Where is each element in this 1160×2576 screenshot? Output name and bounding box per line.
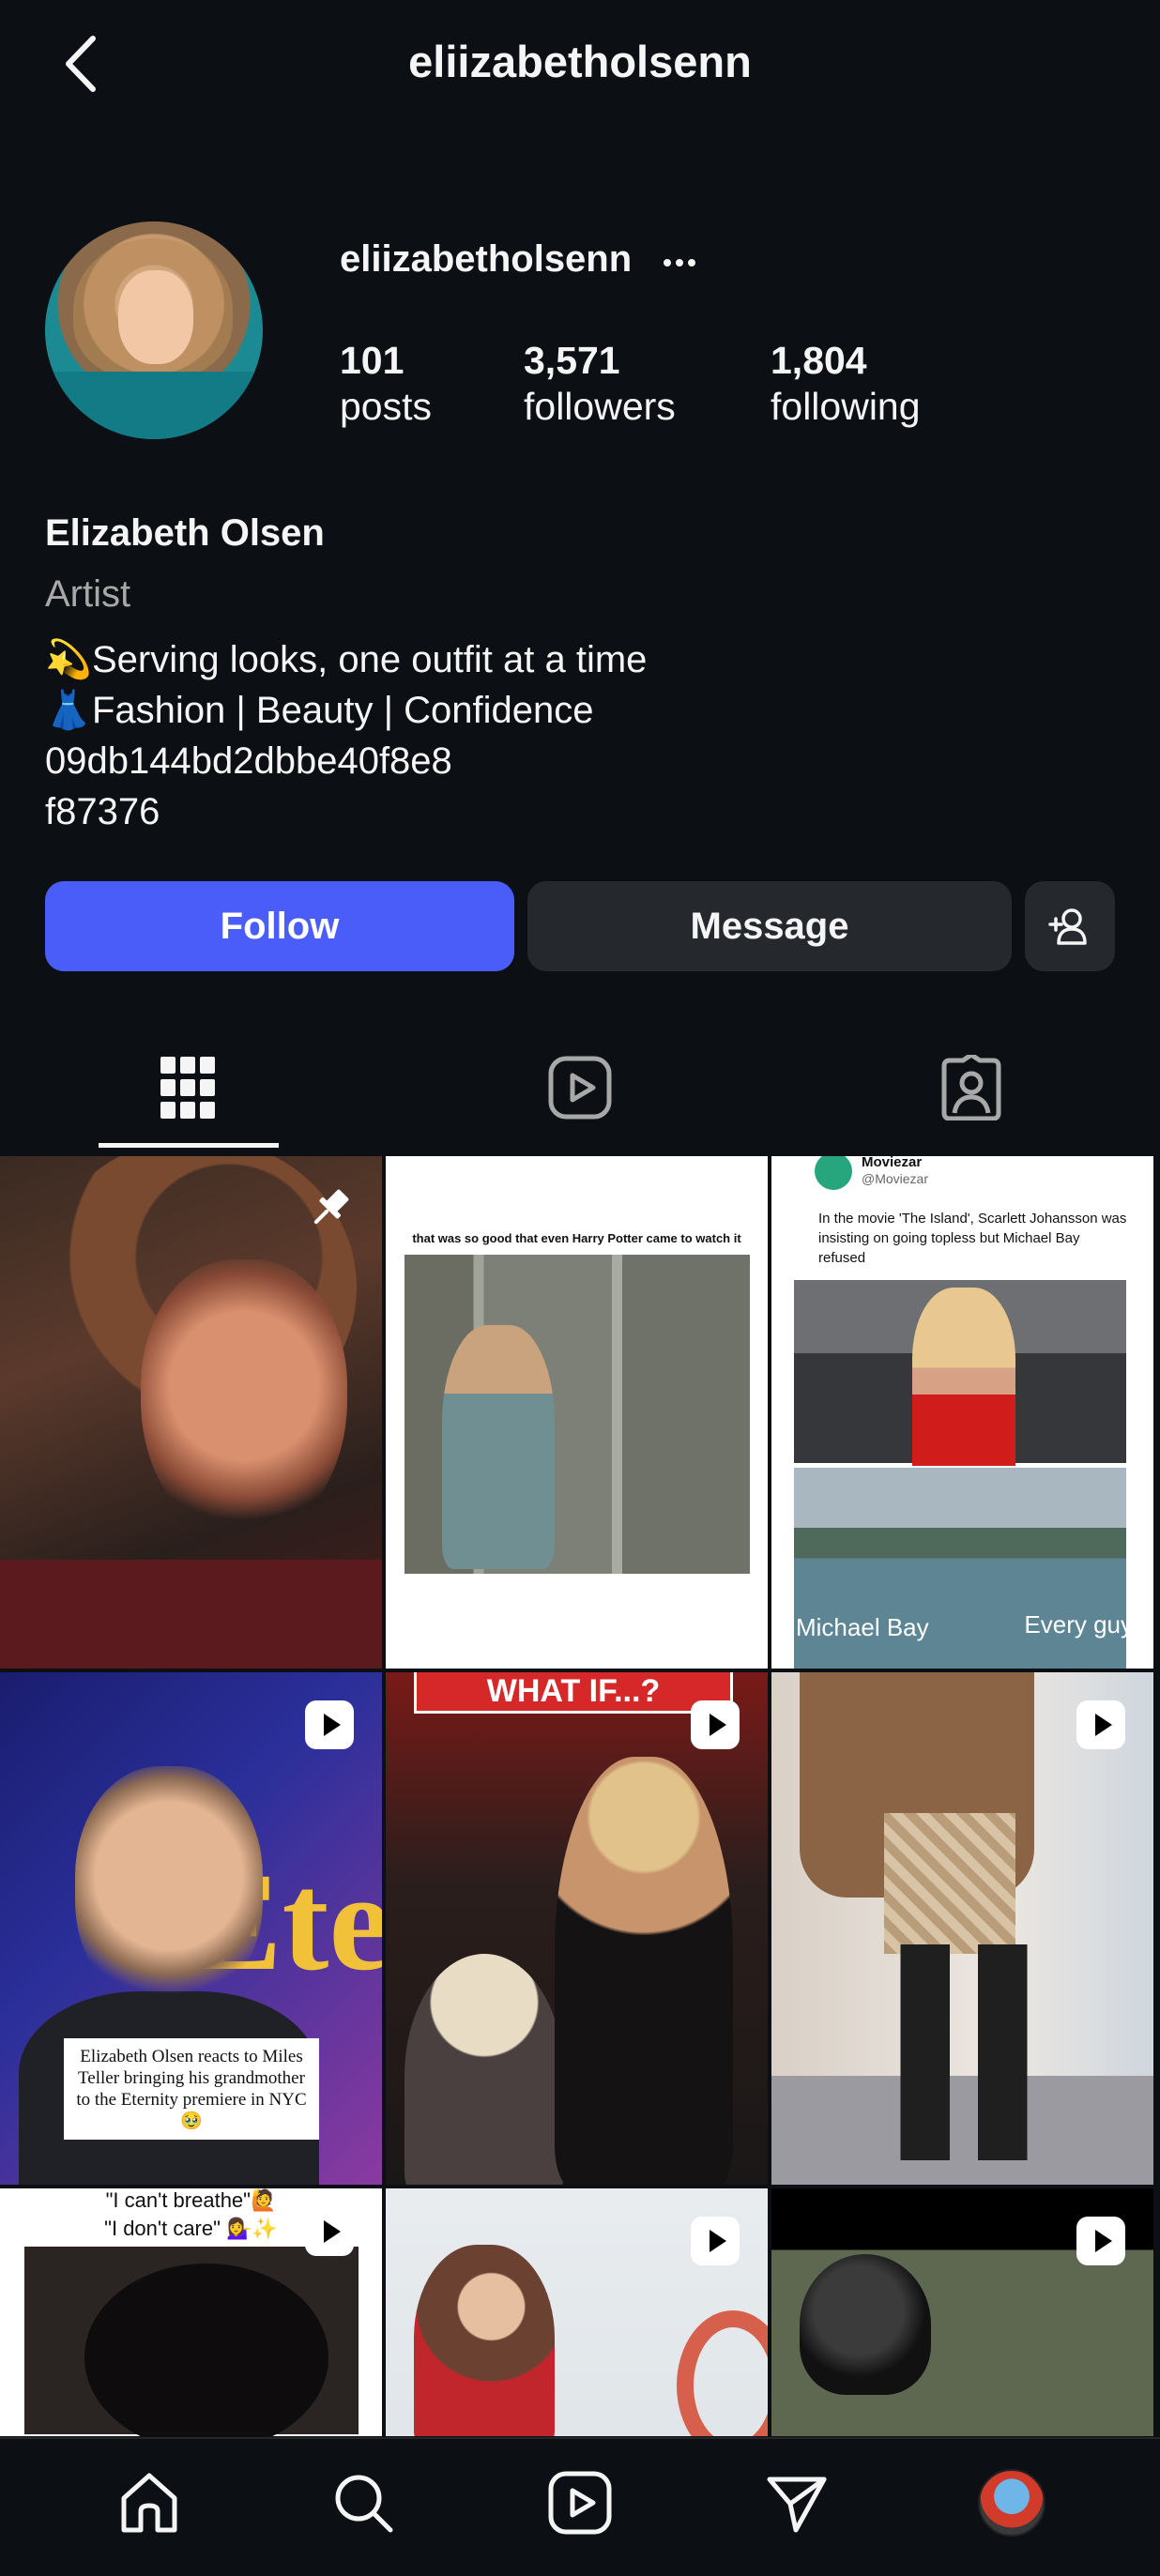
post-caption: Elizabeth Olsen reacts to Miles Teller b…	[64, 2038, 319, 2140]
direct-icon	[767, 2477, 827, 2533]
post-thumbnail-person	[442, 1325, 555, 1569]
reel-icon	[1076, 2217, 1125, 2265]
nav-search[interactable]	[326, 2465, 401, 2540]
bio-text: f87376	[45, 791, 160, 832]
stat-following[interactable]: 1,804 following	[771, 339, 921, 432]
stat-followers[interactable]: 3,571 followers	[524, 339, 676, 432]
stat-posts-value: 101	[340, 339, 404, 382]
profile-username: eliizabetholsenn	[340, 238, 633, 280]
reel-icon	[691, 1700, 740, 1749]
bio-line: 💫Serving looks, one outfit at a time	[45, 634, 647, 685]
top-bar: eliizabetholsenn	[0, 0, 1160, 127]
tagged-icon	[941, 1055, 1001, 1120]
profile-tabs	[0, 1027, 1160, 1153]
post-thumbnail-coat	[0, 1560, 382, 1669]
bio-text: Serving looks, one outfit at a time	[92, 639, 648, 680]
suggested-users-button[interactable]	[1025, 881, 1115, 971]
bio-line: 09db144bd2dbbe40f8e8	[45, 736, 647, 786]
tab-reels[interactable]	[491, 1027, 669, 1149]
post-caption: that was so good that even Harry Potter …	[412, 1231, 741, 1245]
post-thumbnail	[414, 2245, 555, 2436]
reels-icon	[548, 1056, 612, 1120]
tweet-text: In the movie 'The Island', Scarlett Joha…	[818, 1211, 1127, 1266]
post-thumbnail-face	[141, 1259, 347, 1541]
nav-profile[interactable]	[974, 2465, 1049, 2540]
bio-emoji: 👗	[45, 690, 92, 731]
nav-reels[interactable]	[542, 2465, 618, 2540]
post-thumbnail-face	[75, 1766, 263, 2010]
post-tile[interactable]	[386, 2188, 768, 2436]
bio-text: Fashion | Beauty | Confidence	[92, 690, 594, 731]
post-tile[interactable]: Moviezar @Moviezar In the movie 'The Isl…	[771, 1156, 1153, 1669]
avatar-shirt	[45, 372, 263, 439]
post-thumbnail-legs	[893, 1944, 1034, 2160]
post-thumbnail-skirt	[884, 1813, 1015, 1954]
post-thumbnail	[800, 2254, 931, 2395]
message-button[interactable]: Message	[527, 881, 1012, 971]
bio-line: f87376	[45, 786, 647, 837]
bottom-navigation	[0, 2437, 1160, 2576]
post-tile[interactable]	[771, 1672, 1153, 2185]
stat-followers-label: followers	[524, 385, 676, 429]
post-tile[interactable]: WHAT IF...?	[386, 1672, 768, 2185]
post-tile[interactable]	[0, 1156, 382, 1669]
grid-icon	[160, 1057, 215, 1119]
active-tab-indicator	[99, 1143, 279, 1148]
posts-grid: that was so good that even Harry Potter …	[0, 1156, 1160, 2436]
post-tile[interactable]: that was so good that even Harry Potter …	[386, 1156, 768, 1669]
post-thumbnail-person	[84, 2264, 328, 2436]
tweet-avatar	[815, 1156, 852, 1190]
tweet-handle: @Moviezar	[862, 1171, 929, 1186]
bio-line: 👗Fashion | Beauty | Confidence	[45, 685, 647, 736]
stat-following-label: following	[771, 385, 921, 429]
meme-label: Michael Bay	[796, 1613, 929, 1641]
add-person-icon	[1048, 908, 1087, 945]
search-icon	[335, 2475, 393, 2533]
pin-icon	[313, 1189, 349, 1225]
post-tile[interactable]: Ete Elizabeth Olsen reacts to Miles Tell…	[0, 1672, 382, 2185]
reel-icon	[1076, 1700, 1125, 1749]
tab-tagged[interactable]	[882, 1027, 1061, 1149]
nav-home[interactable]	[112, 2465, 187, 2540]
bio-emoji: 💫	[45, 639, 92, 680]
reel-icon	[305, 1700, 354, 1749]
more-options-icon[interactable]	[661, 244, 698, 282]
post-tile[interactable]	[771, 2188, 1153, 2436]
post-tile[interactable]: "I can't breathe"🙋 "I don't care" 💁‍♀️✨	[0, 2188, 382, 2436]
home-icon	[121, 2473, 177, 2533]
follow-button[interactable]: Follow	[45, 881, 514, 971]
stat-posts-label: posts	[340, 385, 432, 429]
reel-icon	[305, 2207, 354, 2256]
reels-icon	[548, 2471, 612, 2535]
page-title: eliizabetholsenn	[408, 37, 752, 86]
stat-following-value: 1,804	[771, 339, 867, 382]
avatar-face	[118, 270, 193, 364]
ellipsis-icon	[664, 259, 695, 267]
post-banner: WHAT IF...?	[414, 1672, 733, 1714]
profile-category: Artist	[45, 573, 131, 615]
profile-bio: 💫Serving looks, one outfit at a time 👗Fa…	[45, 634, 647, 837]
post-thumbnail-person	[555, 1757, 733, 2185]
meme-label: Every guy	[1024, 1610, 1133, 1639]
tab-posts-grid[interactable]	[99, 1027, 277, 1149]
profile-full-name: Elizabeth Olsen	[45, 512, 325, 554]
post-thumbnail-object	[677, 2310, 768, 2436]
tweet-author: Moviezar	[862, 1156, 923, 1170]
post-thumbnail	[404, 1954, 564, 2185]
reel-icon	[691, 2217, 740, 2265]
post-thumbnail-person	[912, 1288, 1015, 1466]
stat-posts[interactable]: 101 posts	[340, 339, 432, 432]
bio-text: 09db144bd2dbbe40f8e8	[45, 740, 452, 782]
nav-direct[interactable]	[759, 2465, 834, 2540]
profile-avatar[interactable]	[45, 221, 263, 439]
stat-followers-value: 3,571	[524, 339, 620, 382]
profile-avatar	[978, 2469, 1046, 2537]
